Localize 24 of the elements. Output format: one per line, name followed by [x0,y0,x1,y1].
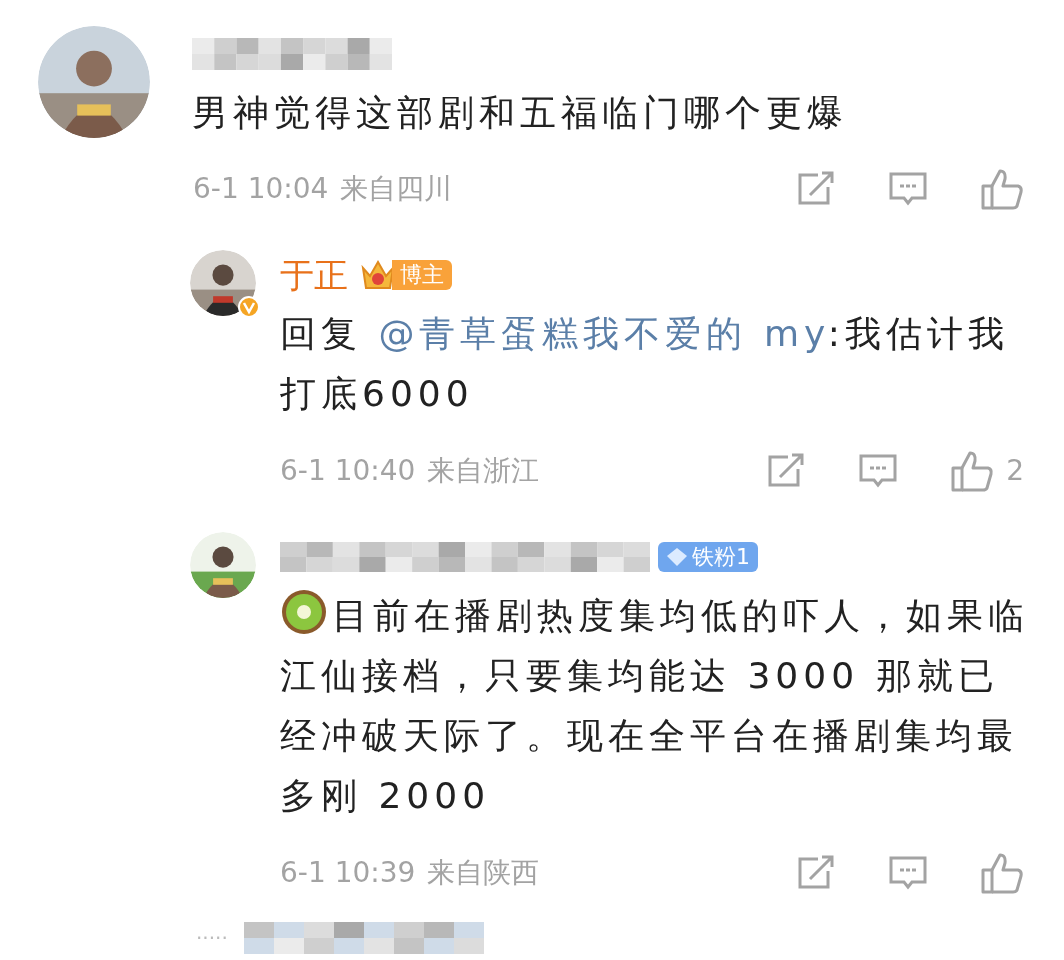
comment-time: 6-1 10:04 [193,171,329,207]
comment-time: 6-1 10:40 [280,453,416,489]
comment-location: 来自四川 [340,171,453,207]
comment-text: 男神觉得这部剧和五福临门哪个更爆 [192,91,848,135]
comment-time: 6-1 10:39 [280,855,416,891]
reply-text: 目前在播剧热度集均低的吓人，如果临江仙接档，只要集均能达 3000 那就已经冲破天际了。现在全平台在播剧集均最多刚 2000 [280,586,1030,826]
comment-location: 来自陕西 [427,855,540,891]
comment-icon[interactable] [858,453,899,489]
share-icon[interactable] [796,171,836,207]
share-icon[interactable] [766,453,807,489]
share-icon[interactable] [796,855,836,891]
comment-icon[interactable] [888,171,928,207]
mention-link[interactable]: @青草蛋糕我不爱的 my [378,313,828,354]
reply-text: 回复 @青草蛋糕我不爱的 my:我估计我打底6000 [280,312,1010,416]
more-dots: ····· [196,925,228,952]
fan-badge: 铁粉1 [658,542,758,572]
like-count: 2 [1006,453,1024,489]
diamond-icon [666,547,688,567]
comment-icon[interactable] [888,855,928,891]
comment-location: 来自浙江 [427,453,540,489]
author-name[interactable]: 于正 [280,249,348,301]
like-icon[interactable] [950,450,995,492]
like-icon[interactable] [980,852,1024,894]
like-icon[interactable] [980,168,1024,210]
